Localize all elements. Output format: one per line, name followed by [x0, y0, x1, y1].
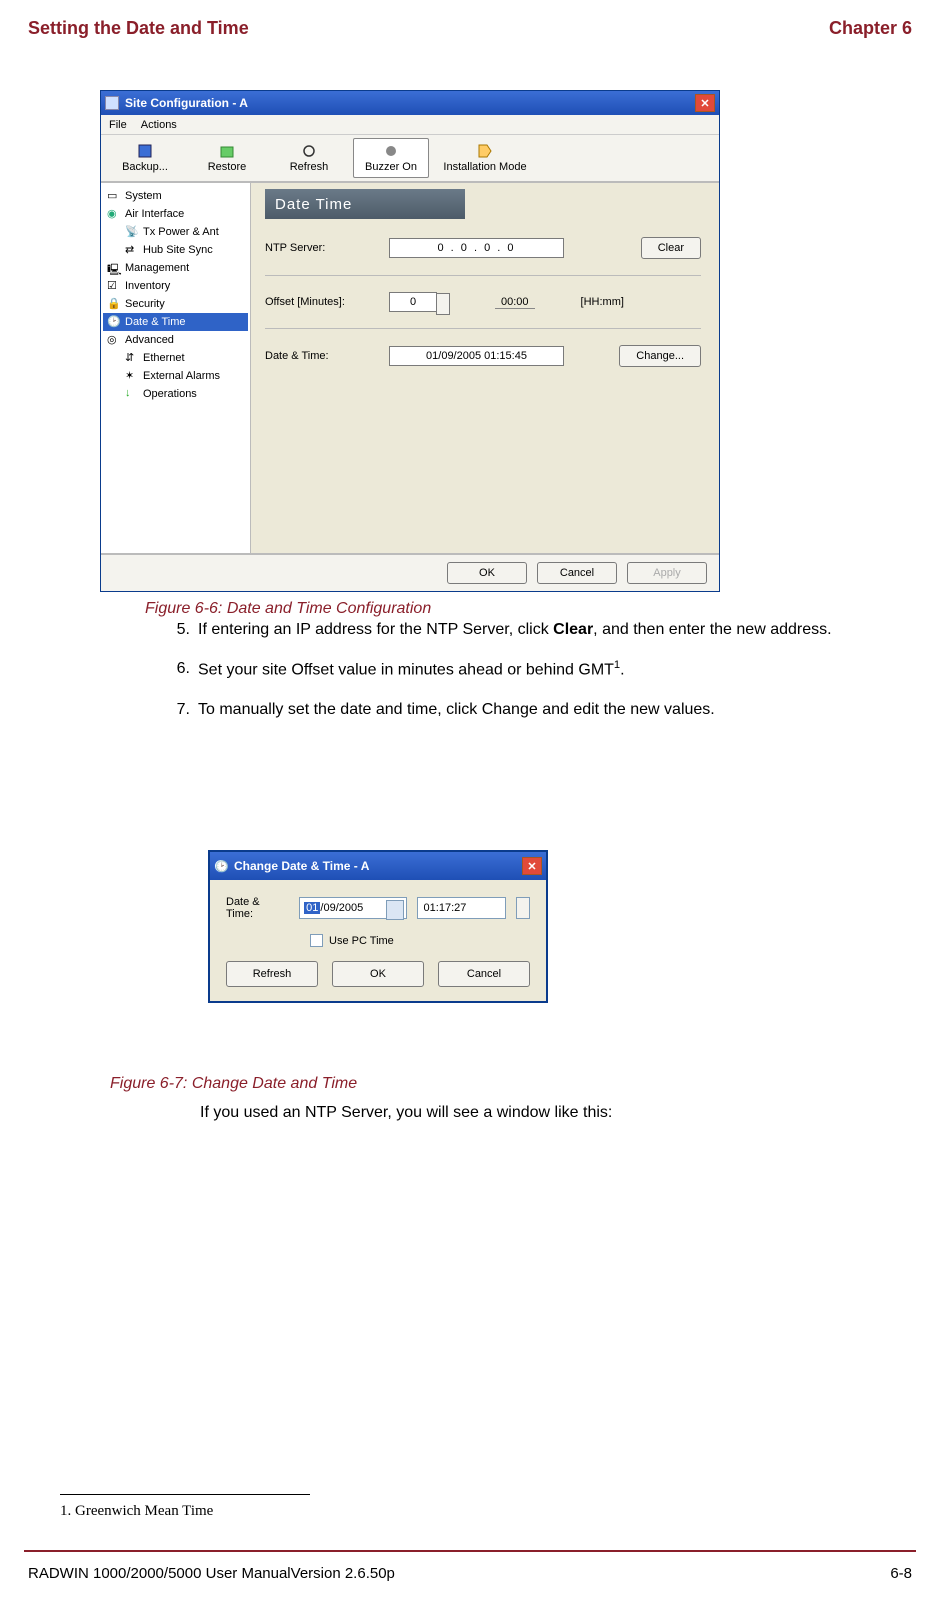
footnote-1: 1. Greenwich Mean Time [60, 1503, 310, 1520]
step-6: 6. Set your site Offset value in minutes… [168, 657, 908, 682]
dialog-title: Change Date & Time - A [234, 859, 522, 873]
tree-date-time[interactable]: 🕑Date & Time [103, 313, 248, 331]
globe-icon: ◉ [107, 207, 121, 221]
toolbar-buzzer[interactable]: Buzzer On [353, 138, 429, 178]
app-icon [105, 96, 119, 110]
gear-icon: ◎ [107, 333, 121, 347]
offset-label: Offset [Minutes]: [265, 296, 375, 308]
tree-security[interactable]: 🔒Security [103, 295, 248, 313]
antenna-icon: 📡 [125, 225, 139, 239]
figure-6-7-caption: Figure 6-7: Change Date and Time [110, 1075, 357, 1093]
menu-file[interactable]: File [109, 119, 127, 131]
toolbar: Backup... Restore Refresh Buzzer On Inst… [101, 135, 719, 183]
page-number: 6-8 [890, 1565, 912, 1582]
step-5: 5. If entering an IP address for the NTP… [168, 618, 908, 641]
ntp-server-label: NTP Server: [265, 242, 375, 254]
tag-icon [477, 143, 493, 159]
tree-tx-power[interactable]: 📡Tx Power & Ant [103, 223, 248, 241]
tree-ethernet[interactable]: ⇵Ethernet [103, 349, 248, 367]
ethernet-icon: ⇵ [125, 351, 139, 365]
check-icon: ☑ [107, 279, 121, 293]
close-icon[interactable]: ✕ [522, 857, 542, 875]
toolbar-restore[interactable]: Restore [189, 138, 265, 178]
tree-external-alarms[interactable]: ✶External Alarms [103, 367, 248, 385]
clock-icon: 🕑 [214, 859, 228, 873]
time-input[interactable]: 01:17:27 [417, 897, 507, 919]
datetime-display: 01/09/2005 01:15:45 [389, 346, 564, 366]
use-pc-time-checkbox[interactable] [310, 934, 323, 947]
download-icon: ↓ [125, 387, 139, 401]
toolbar-backup[interactable]: Backup... [107, 138, 183, 178]
tree-system[interactable]: ▭System [103, 187, 248, 205]
alarm-icon: ✶ [125, 369, 139, 383]
site-config-window: Site Configuration - A ✕ File Actions Ba… [100, 90, 720, 592]
cancel-button[interactable]: Cancel [438, 961, 530, 987]
date-time-panel: Date Time NTP Server: 0 . 0 . 0 . 0 Clea… [251, 183, 719, 553]
restore-icon [219, 143, 235, 159]
time-stepper[interactable] [516, 897, 530, 919]
offset-stepper[interactable]: 0 [389, 292, 437, 312]
tree-management[interactable]: 🖳Management [103, 259, 248, 277]
ok-button[interactable]: OK [332, 961, 424, 987]
clear-button[interactable]: Clear [641, 237, 701, 259]
change-button[interactable]: Change... [619, 345, 701, 367]
header-chapter: Chapter 6 [829, 18, 912, 39]
ntp-server-input[interactable]: 0 . 0 . 0 . 0 [389, 238, 564, 258]
apply-button: Apply [627, 562, 707, 584]
tree-hub-site-sync[interactable]: ⇄Hub Site Sync [103, 241, 248, 259]
use-pc-time-label: Use PC Time [329, 935, 394, 947]
titlebar: Site Configuration - A ✕ [101, 91, 719, 115]
window-title: Site Configuration - A [125, 96, 695, 110]
clock-icon: 🕑 [107, 315, 121, 329]
figure-6-6: Site Configuration - A ✕ File Actions Ba… [100, 90, 720, 618]
buzzer-icon [383, 143, 399, 159]
disk-icon [137, 143, 153, 159]
panel-heading: Date Time [265, 189, 465, 219]
footer-rule [24, 1550, 916, 1552]
close-icon[interactable]: ✕ [695, 94, 715, 112]
tree-advanced[interactable]: ◎Advanced [103, 331, 248, 349]
menubar: File Actions [101, 115, 719, 135]
footer-title: RADWIN 1000/2000/5000 User ManualVersion… [28, 1565, 395, 1582]
toolbar-refresh[interactable]: Refresh [271, 138, 347, 178]
lock-icon: 🔒 [107, 297, 121, 311]
post-figure-text: If you used an NTP Server, you will see … [200, 1104, 612, 1122]
datetime-label: Date & Time: [265, 350, 375, 362]
date-combo[interactable]: 01/09/2005 [299, 897, 406, 919]
sync-icon: ⇄ [125, 243, 139, 257]
ok-button[interactable]: OK [447, 562, 527, 584]
window-icon: ▭ [107, 189, 121, 203]
refresh-button[interactable]: Refresh [226, 961, 318, 987]
footnote: 1. Greenwich Mean Time [60, 1494, 310, 1520]
refresh-icon [301, 143, 317, 159]
change-date-time-dialog: 🕑 Change Date & Time - A ✕ Date & Time: … [208, 850, 548, 1003]
mgmt-icon: 🖳 [107, 261, 121, 275]
tree-inventory[interactable]: ☑Inventory [103, 277, 248, 295]
menu-actions[interactable]: Actions [141, 119, 177, 131]
step-7: 7. To manually set the date and time, cl… [168, 698, 908, 721]
tree-operations[interactable]: ↓Operations [103, 385, 248, 403]
figure-6-6-caption: Figure 6-6: Date and Time Configuration [145, 600, 720, 618]
toolbar-install-mode[interactable]: Installation Mode [435, 138, 535, 178]
nav-tree: ▭System ◉Air Interface 📡Tx Power & Ant ⇄… [101, 183, 251, 553]
instruction-list: 5. If entering an IP address for the NTP… [168, 618, 908, 737]
tree-air-interface[interactable]: ◉Air Interface [103, 205, 248, 223]
header-section-title: Setting the Date and Time [28, 18, 249, 39]
figure-6-7: 🕑 Change Date & Time - A ✕ Date & Time: … [208, 850, 548, 1003]
cancel-button[interactable]: Cancel [537, 562, 617, 584]
offset-readonly: 00:00 [495, 296, 535, 309]
offset-unit-label: [HH:mm] [581, 296, 624, 308]
date-time-label: Date & Time: [226, 896, 289, 920]
dialog-button-bar: OK Cancel Apply [101, 553, 719, 591]
